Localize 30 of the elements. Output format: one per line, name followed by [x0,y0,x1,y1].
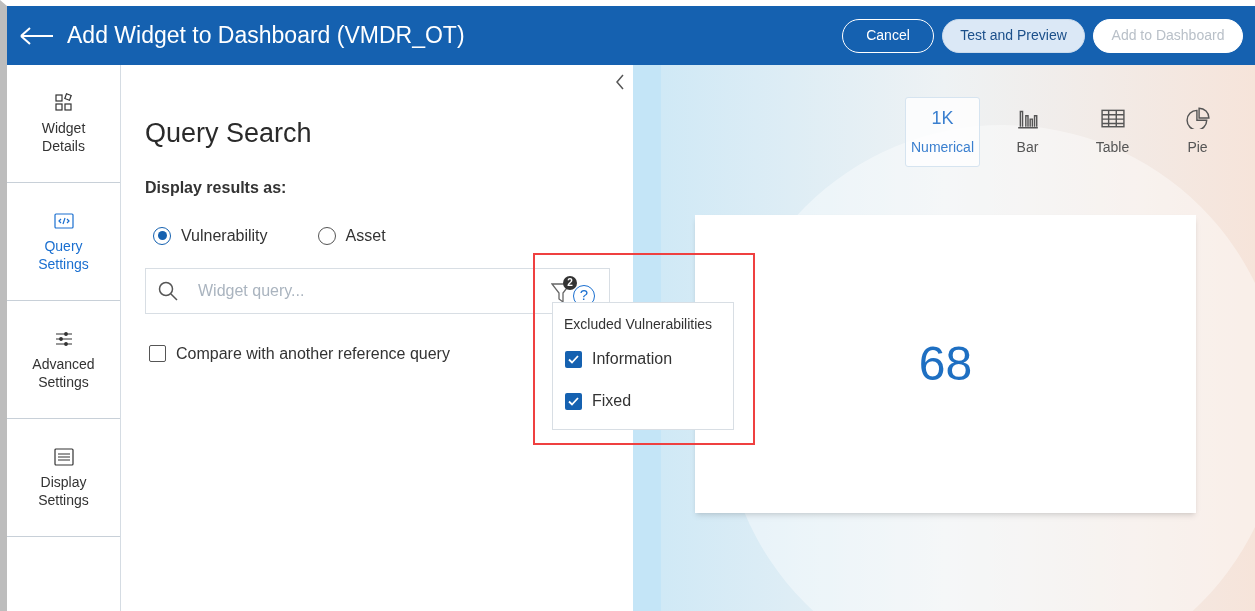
radio-label: Vulnerability [181,225,268,246]
shapes-icon [52,92,75,113]
pie-chart-icon [1185,106,1210,129]
compare-label: Compare with another reference query [176,343,450,364]
header-button[interactable]: Test and Preview [942,18,1085,53]
check-icon [568,396,579,406]
display-results-label: Display results as: [145,177,288,198]
back-arrow-icon[interactable] [19,25,55,46]
number-glyph: 1K [931,106,954,129]
checkbox[interactable] [565,350,582,368]
search-field[interactable]: Widget query... 2 ? [145,267,610,314]
chart-type-button[interactable]: Pie [1160,97,1235,167]
chart-type-button[interactable]: Bar [990,97,1065,167]
section-title: Query Search [145,117,313,150]
chevron-left-icon [615,74,625,90]
checkbox[interactable] [149,345,166,362]
chart-type-button[interactable]: 1K Numerical [905,97,980,167]
popup-title: Excluded Vulnerabilities [564,315,714,334]
chart-type-button[interactable]: Table [1075,97,1150,167]
metric-value: 68 [918,336,973,392]
check-icon [568,354,579,364]
checkbox[interactable] [565,392,582,410]
checkbox-label: Information [592,349,673,369]
page-title: Add Widget to Dashboard (VMDR_OT) [67,21,465,51]
search-icon [158,280,178,301]
radio-label: Asset [345,225,386,246]
settings-panel-icon [52,446,75,467]
filter-count-badge: 2 [563,275,577,290]
checkbox-label: Fixed [592,391,632,411]
code-window-icon [52,210,75,231]
